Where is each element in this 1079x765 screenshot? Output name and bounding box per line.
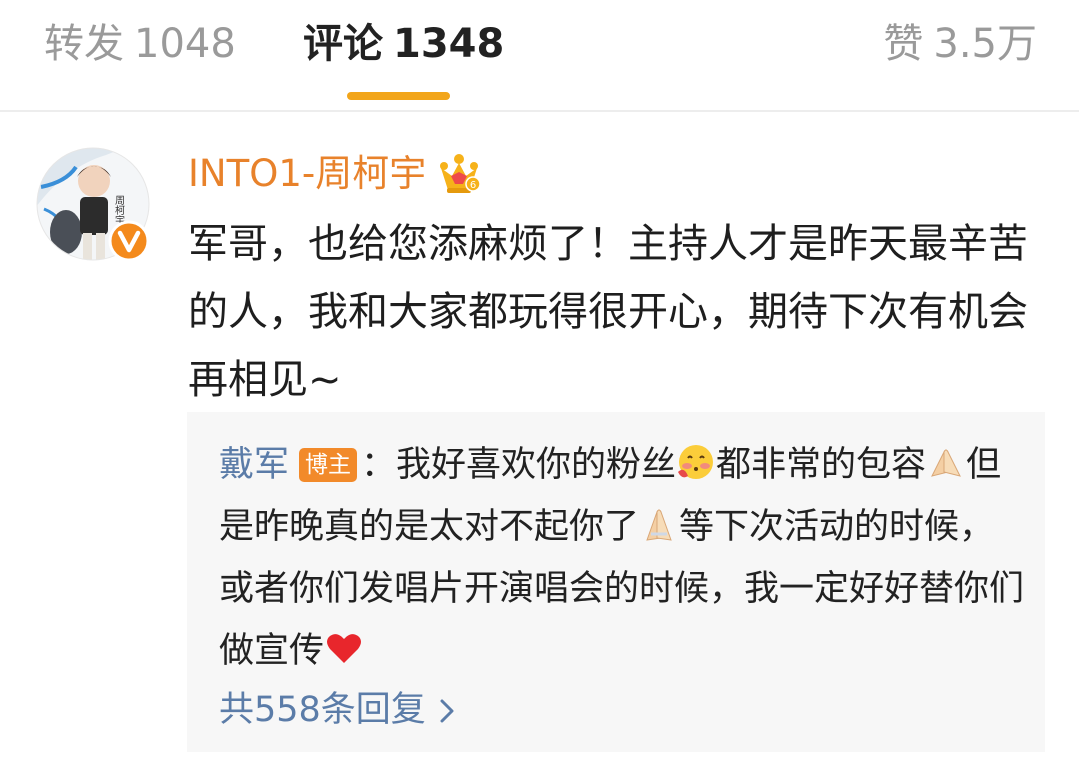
reply-author[interactable]: 戴军 — [219, 445, 289, 485]
svg-text:6: 6 — [470, 180, 476, 191]
red-heart-icon — [327, 634, 362, 663]
more-replies-label: 共558条回复 — [219, 690, 426, 730]
tab-likes-label: 赞 — [883, 21, 924, 67]
tab-reposts[interactable]: 转发 1048 — [44, 14, 236, 74]
tab-comments[interactable]: 评论 1348 — [303, 14, 504, 74]
comment-text: 军哥，也给您添麻烦了！主持人才是昨天最辛苦的人，我和大家都玩得很开心，期待下次有… — [188, 221, 1028, 403]
verified-icon — [108, 220, 150, 262]
commenter-name[interactable]: INTO1-周柯宇 — [188, 152, 426, 195]
tab-comments-label: 评论 — [303, 21, 383, 67]
tab-bar: 转发 1048 评论 1348 赞 3.5万 — [0, 0, 1079, 112]
more-replies-link[interactable]: 共558条回复 — [219, 682, 454, 738]
shy-face-emoji-icon — [678, 445, 714, 479]
commenter-row: INTO1-周柯宇 6 — [188, 146, 482, 202]
reply-text: 戴军 博主 ：我好喜欢你的粉丝 都非常的包容 但是昨晚真的是太对不起你了 等下次活动… — [219, 434, 1029, 682]
avatar[interactable]: 周柯宇 — [36, 147, 150, 262]
tab-reposts-label: 转发 — [44, 21, 124, 67]
tab-likes[interactable]: 赞 3.5万 — [883, 14, 1037, 74]
tab-likes-count: 3.5万 — [933, 21, 1037, 67]
folded-hands-icon — [646, 509, 672, 541]
author-badge: 博主 — [299, 448, 358, 482]
reply-text-part-2: 都非常的包容 — [716, 445, 927, 485]
folded-hands-icon — [931, 449, 961, 477]
crown-icon: 6 — [440, 154, 481, 193]
chevron-right-icon — [440, 699, 454, 723]
reply-text-part-1: ：我好喜欢你的粉丝 — [361, 445, 677, 485]
comment-page: 转发 1048 评论 1348 赞 3.5万 周柯宇 INTO1-周柯宇 6 军… — [0, 0, 1079, 765]
active-tab-indicator — [347, 92, 450, 100]
tab-reposts-count: 1048 — [134, 21, 236, 67]
tab-comments-count: 1348 — [393, 21, 505, 67]
reply-card[interactable]: 戴军 博主 ：我好喜欢你的粉丝 都非常的包容 但是昨晚真的是太对不起你了 等下次活动… — [187, 412, 1045, 752]
